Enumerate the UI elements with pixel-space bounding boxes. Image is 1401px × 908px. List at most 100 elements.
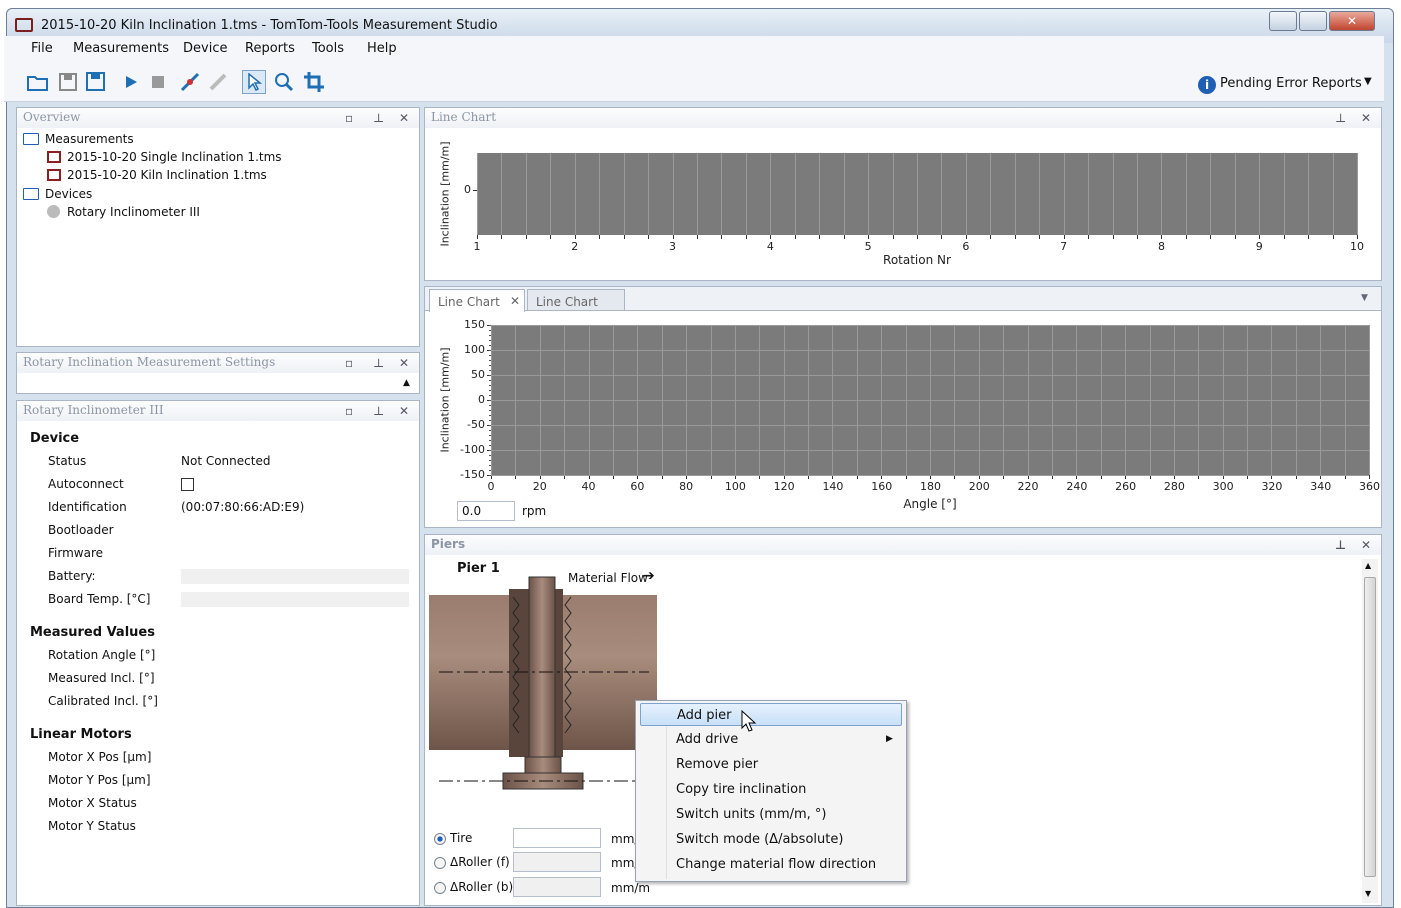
pin-icon[interactable]: ⊥	[1335, 109, 1346, 127]
x-tick-label: 120	[773, 480, 795, 493]
tire-radio[interactable]	[434, 833, 446, 845]
tree-measurement-item[interactable]: 2015-10-20 Kiln Inclination 1.tms	[67, 168, 267, 182]
kiln-drawing[interactable]	[429, 575, 661, 795]
float-icon[interactable]: ▫	[345, 354, 353, 372]
connect-icon[interactable]	[178, 70, 202, 94]
y-minor-tick	[489, 360, 491, 361]
roller-b-radio[interactable]	[434, 882, 446, 894]
pin-icon[interactable]: ⊥	[373, 354, 384, 372]
context-menu: Add pier Add drive ▶ Remove pier Copy tir…	[635, 700, 907, 882]
autoconnect-checkbox[interactable]	[181, 478, 194, 491]
menu-reports[interactable]: Reports	[245, 41, 295, 56]
tree-measurements[interactable]: Measurements	[45, 132, 134, 146]
open-folder-icon[interactable]	[26, 70, 50, 94]
menu-tools[interactable]: Tools	[312, 41, 344, 56]
y-minor-tick	[489, 455, 491, 456]
y-minor-tick	[489, 420, 491, 421]
pin-icon[interactable]: ⊥	[1335, 536, 1346, 554]
chart-angle: 0 20 40 60 80 100 120 140 160 180 200 220 240 260 280 3…	[425, 313, 1381, 527]
close-icon[interactable]: ✕	[399, 109, 409, 127]
x-tick-mark	[1332, 235, 1334, 239]
x-tick-mark	[574, 235, 576, 239]
close-icon[interactable]: ✕	[1361, 109, 1371, 127]
x-tick-mark	[1259, 235, 1261, 239]
minimize-button[interactable]	[1269, 11, 1297, 31]
chevron-down-icon[interactable]: ▼	[1364, 76, 1372, 87]
tab-line-chart[interactable]: Line Chart	[527, 289, 625, 311]
x-tick-label: 3	[669, 240, 677, 253]
tree-devices[interactable]: Devices	[45, 187, 92, 201]
x-tick-label: 240	[1066, 480, 1088, 493]
y-tick-label: -100	[460, 443, 485, 456]
x-tick-mark	[501, 235, 503, 239]
roller-f-label: ΔRoller (f)	[450, 855, 510, 869]
crop-icon[interactable]	[302, 70, 326, 94]
grid-line-vertical	[697, 153, 698, 235]
panel-header: Rotary Inclinometer III ▫ ⊥ ✕	[17, 401, 419, 421]
menu-help[interactable]: Help	[367, 41, 397, 56]
menu-item-change-flow-direction[interactable]: Change material flow direction	[640, 853, 902, 876]
scroll-up-icon[interactable]: ▲	[1365, 561, 1371, 570]
y-axis-label: Inclination [mm/m]	[438, 141, 452, 247]
pin-icon[interactable]: ⊥	[373, 109, 384, 127]
menu-item-add-pier[interactable]: Add pier	[640, 703, 902, 726]
motor-x-pos-label: Motor X Pos [µm]	[48, 750, 152, 764]
save-as-icon[interactable]	[84, 70, 108, 94]
tab-dropdown-icon[interactable]: ▼	[1361, 293, 1368, 303]
menu-item-add-drive[interactable]: Add drive ▶	[640, 728, 902, 751]
x-tick-label: 0	[487, 480, 495, 493]
pending-error-reports[interactable]: Pending Error Reports	[1220, 76, 1362, 91]
close-button[interactable]: ✕	[1329, 11, 1375, 31]
save-icon[interactable]	[56, 70, 80, 94]
vertical-scrollbar[interactable]: ▲ ▼	[1362, 559, 1378, 903]
y-minor-tick	[489, 430, 491, 431]
pointer-icon[interactable]	[242, 70, 266, 94]
scrollbar-thumb[interactable]	[1364, 577, 1376, 877]
x-tick-mark	[1369, 475, 1370, 479]
firmware-label: Firmware	[48, 546, 103, 560]
menu-item-switch-mode[interactable]: Switch mode (Δ/absolute)	[640, 828, 902, 851]
stop-icon[interactable]	[146, 70, 170, 94]
menu-measurements[interactable]: Measurements	[73, 41, 169, 56]
roller-f-input[interactable]	[513, 852, 601, 872]
scroll-down-icon[interactable]: ▼	[1365, 889, 1371, 898]
y-minor-tick	[489, 350, 491, 351]
folder-icon	[23, 188, 39, 200]
menu-file[interactable]: File	[31, 41, 53, 56]
close-icon[interactable]: ✕	[399, 354, 409, 372]
close-icon[interactable]: ✕	[399, 402, 409, 420]
float-icon[interactable]: ▫	[345, 109, 353, 127]
motor-x-status-label: Motor X Status	[48, 796, 137, 810]
y-tick-label: 0	[464, 182, 471, 196]
roller-b-input[interactable]	[513, 877, 601, 897]
x-axis-label: Rotation Nr	[883, 253, 951, 267]
grid-line-vertical	[1014, 153, 1016, 235]
y-minor-tick	[489, 395, 491, 396]
section-measured-values: Measured Values	[30, 625, 155, 640]
maximize-button[interactable]	[1299, 11, 1327, 31]
roller-b-unit: mm/m	[611, 881, 651, 895]
pin-icon[interactable]: ⊥	[373, 402, 384, 420]
x-tick-label: 10	[1350, 240, 1364, 253]
menu-item-label: Change material flow direction	[676, 857, 877, 872]
play-icon[interactable]	[119, 70, 143, 94]
menu-item-switch-units[interactable]: Switch units (mm/m, °)	[640, 803, 902, 826]
grid-line-vertical	[574, 153, 576, 235]
scroll-up-icon[interactable]: ▲	[403, 378, 410, 388]
zoom-icon[interactable]	[272, 70, 296, 94]
float-icon[interactable]: ▫	[345, 402, 353, 420]
menu-item-remove-pier[interactable]: Remove pier	[640, 753, 902, 776]
x-tick-label: 260	[1115, 480, 1137, 493]
x-tick-mark	[868, 235, 870, 239]
tree-measurement-item[interactable]: 2015-10-20 Single Inclination 1.tms	[67, 150, 282, 164]
close-icon[interactable]: ✕	[510, 294, 520, 308]
tree-device-item[interactable]: Rotary Inclinometer III	[67, 205, 200, 219]
close-icon[interactable]: ✕	[1361, 536, 1371, 554]
disconnect-icon[interactable]	[206, 70, 230, 94]
roller-f-radio[interactable]	[434, 857, 446, 869]
tire-input[interactable]	[513, 828, 601, 848]
tab-line-chart-active[interactable]: Line Chart ✕	[429, 289, 525, 312]
rpm-input[interactable]: 0.0	[457, 501, 515, 521]
menu-item-copy-tire-inclination[interactable]: Copy tire inclination	[640, 778, 902, 801]
menu-device[interactable]: Device	[183, 41, 227, 56]
